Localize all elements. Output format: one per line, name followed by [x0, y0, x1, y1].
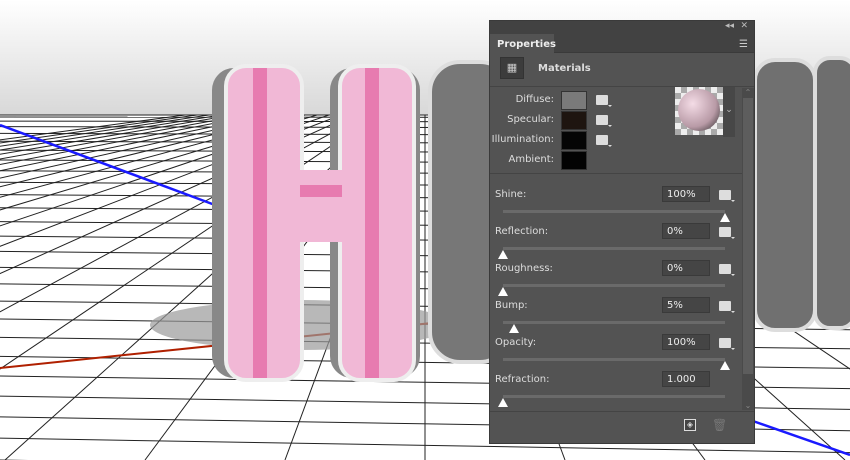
grid-line	[0, 114, 234, 155]
value-field[interactable]: 1.000	[662, 371, 710, 387]
folder-icon[interactable]	[719, 264, 735, 276]
value-field[interactable]: 5%	[662, 297, 710, 313]
value-field[interactable]: 100%	[662, 186, 710, 202]
slider-track[interactable]	[503, 358, 725, 361]
slider-track[interactable]	[503, 210, 725, 213]
scrollbar-thumb[interactable]	[743, 98, 753, 374]
slider-label: Opacity:	[495, 337, 537, 348]
texture-icon[interactable]	[719, 301, 735, 313]
panel-titlebar: ◂◂ ✕	[490, 21, 754, 34]
swatch-label: Ambient:	[508, 154, 555, 165]
texture-icon[interactable]	[596, 95, 612, 107]
properties-panel: ◂◂ ✕ Properties ☰ ▦ Materials Diffuse: Sp…	[489, 20, 755, 444]
slider-thumb[interactable]	[498, 398, 508, 407]
panel-menu-icon[interactable]: ☰	[739, 39, 748, 50]
value-field[interactable]: 0%	[662, 223, 710, 239]
material-picker-dropdown[interactable]: ⌄	[723, 87, 735, 137]
slider-thumb[interactable]	[720, 361, 730, 370]
slider-track[interactable]	[503, 284, 725, 287]
material-preview-sphere[interactable]	[675, 87, 723, 135]
section-title: Materials	[538, 62, 591, 74]
swatch-label: Illumination:	[491, 134, 554, 145]
slider-thumb[interactable]	[509, 324, 520, 333]
slider-label: Roughness:	[495, 263, 553, 274]
collapse-icon[interactable]: ◂◂	[725, 21, 734, 31]
slider-label: Shine:	[495, 189, 527, 200]
value-field[interactable]: 0%	[662, 260, 710, 276]
slider-thumb[interactable]	[720, 213, 730, 222]
slider-thumb[interactable]	[498, 287, 508, 296]
color-swatch[interactable]	[561, 131, 587, 150]
folder-icon[interactable]	[596, 115, 612, 127]
swatch-label: Specular:	[507, 114, 554, 125]
color-swatch[interactable]	[561, 91, 587, 110]
materials-icon: ▦	[500, 57, 524, 79]
grid-line	[0, 114, 246, 160]
z-axis-line	[749, 418, 850, 457]
slider-track[interactable]	[503, 395, 725, 398]
new-material-icon[interactable]: ◈	[684, 419, 696, 431]
swatch-label: Diffuse:	[515, 94, 554, 105]
grid-line	[0, 114, 210, 147]
grid-line	[0, 114, 186, 141]
grid-line	[0, 114, 198, 144]
scrollbar[interactable]: ⌃ ⌄	[742, 88, 754, 410]
slider-label: Bump:	[495, 300, 528, 311]
folder-icon[interactable]	[719, 227, 735, 239]
slider-thumb[interactable]	[498, 250, 508, 259]
color-swatch[interactable]	[561, 151, 587, 170]
folder-icon[interactable]	[719, 190, 735, 202]
scroll-down-icon[interactable]: ⌄	[742, 401, 754, 410]
slider-track[interactable]	[503, 247, 725, 250]
slider-label: Refraction:	[495, 374, 550, 385]
value-field[interactable]: 100%	[662, 334, 710, 350]
slider-label: Reflection:	[495, 226, 549, 237]
folder-icon[interactable]	[719, 338, 735, 350]
tab-properties[interactable]: Properties	[490, 34, 556, 53]
color-swatch[interactable]	[561, 111, 587, 130]
scroll-up-icon[interactable]: ⌃	[742, 88, 754, 97]
close-icon[interactable]: ✕	[740, 21, 748, 31]
folder-icon[interactable]	[596, 135, 612, 147]
slider-track[interactable]	[503, 321, 725, 324]
delete-trash-icon[interactable]: 🗑	[712, 418, 727, 432]
